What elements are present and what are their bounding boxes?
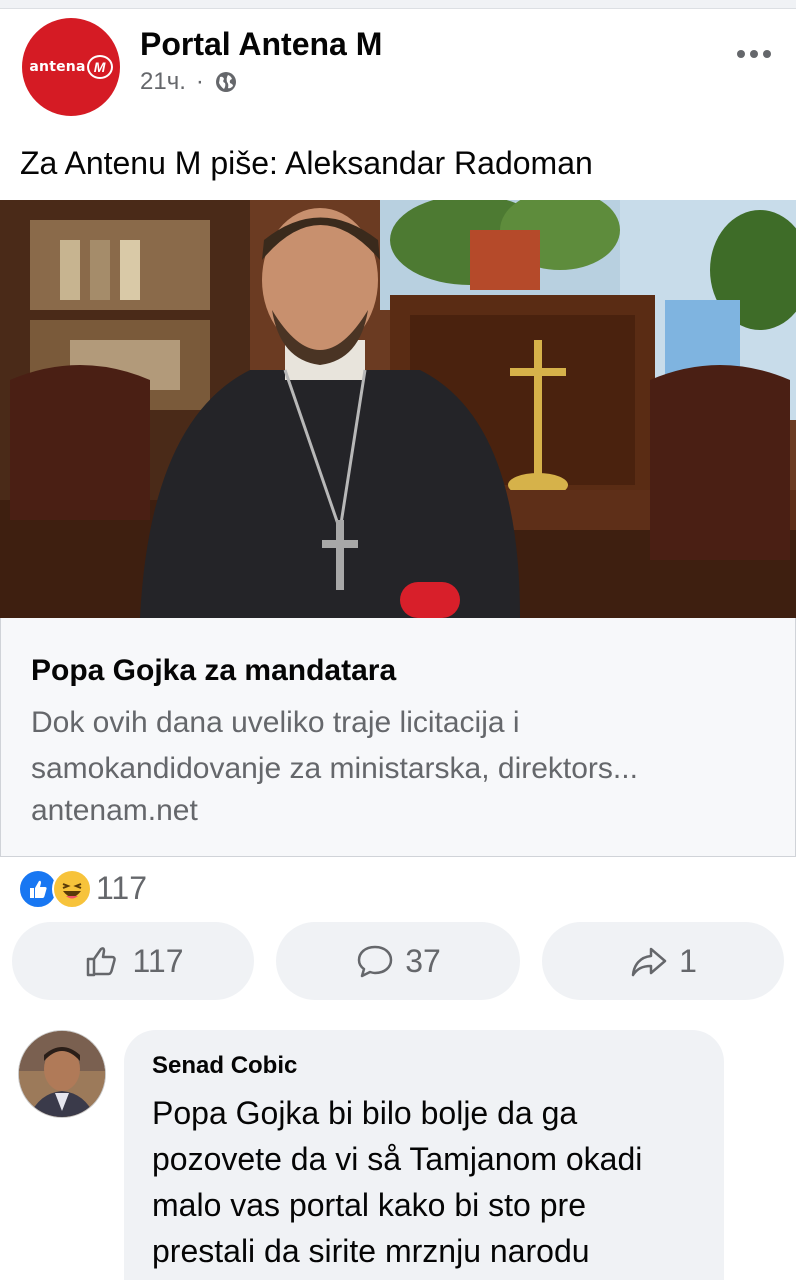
link-description: Dok ovih dana uveliko traje licitacija i… bbox=[31, 706, 638, 785]
priest-photo bbox=[0, 200, 796, 618]
more-dot-icon bbox=[750, 50, 758, 58]
reaction-icons bbox=[18, 869, 94, 909]
reaction-count: 117 bbox=[96, 869, 148, 906]
post-meta: 21ч. · bbox=[140, 68, 238, 96]
share-count: 1 bbox=[679, 942, 697, 979]
reactions-summary[interactable]: 117 bbox=[18, 868, 148, 909]
comment-text: Popa Gojka bi bilo bolje da ga pozovete … bbox=[152, 1095, 643, 1269]
commenter-photo bbox=[19, 1031, 105, 1117]
like-count: 117 bbox=[132, 942, 184, 979]
like-button[interactable]: 117 bbox=[12, 922, 254, 1000]
link-domain: antenam.net bbox=[31, 794, 198, 827]
meta-separator: · bbox=[195, 68, 204, 95]
more-dot-icon bbox=[763, 50, 771, 58]
globe-icon bbox=[215, 72, 236, 92]
thumbs-up-icon bbox=[87, 947, 117, 977]
more-options-button[interactable] bbox=[734, 42, 774, 66]
post-time[interactable]: 21ч. bbox=[140, 68, 186, 96]
logo-badge: M bbox=[86, 55, 113, 79]
comment-icon bbox=[357, 945, 393, 978]
post-header: antena M Portal Antena M 21ч. · bbox=[0, 8, 796, 128]
comment-button[interactable]: 37 bbox=[276, 922, 520, 1000]
comment-bubble: Senad Cobic Popa Gojka bi bilo bolje da … bbox=[124, 1030, 724, 1280]
link-preview-card[interactable]: Popa Gojka za mandatara Dok ovih dana uv… bbox=[0, 618, 796, 857]
more-dot-icon bbox=[737, 50, 745, 58]
comment-count: 37 bbox=[405, 942, 441, 979]
page-name[interactable]: Portal Antena M bbox=[140, 26, 382, 63]
post-text: Za Antenu M piše: Aleksandar Radoman bbox=[20, 145, 593, 181]
logo-text: antena bbox=[29, 59, 86, 75]
haha-reaction-icon bbox=[52, 869, 92, 909]
page-avatar[interactable]: antena M bbox=[22, 18, 120, 116]
comment-author[interactable]: Senad Cobic bbox=[152, 1052, 297, 1080]
share-icon bbox=[631, 947, 667, 977]
share-button[interactable]: 1 bbox=[542, 922, 784, 1000]
link-title[interactable]: Popa Gojka za mandatara bbox=[31, 654, 396, 688]
commenter-avatar[interactable] bbox=[18, 1030, 106, 1118]
link-preview-image[interactable] bbox=[0, 200, 796, 618]
